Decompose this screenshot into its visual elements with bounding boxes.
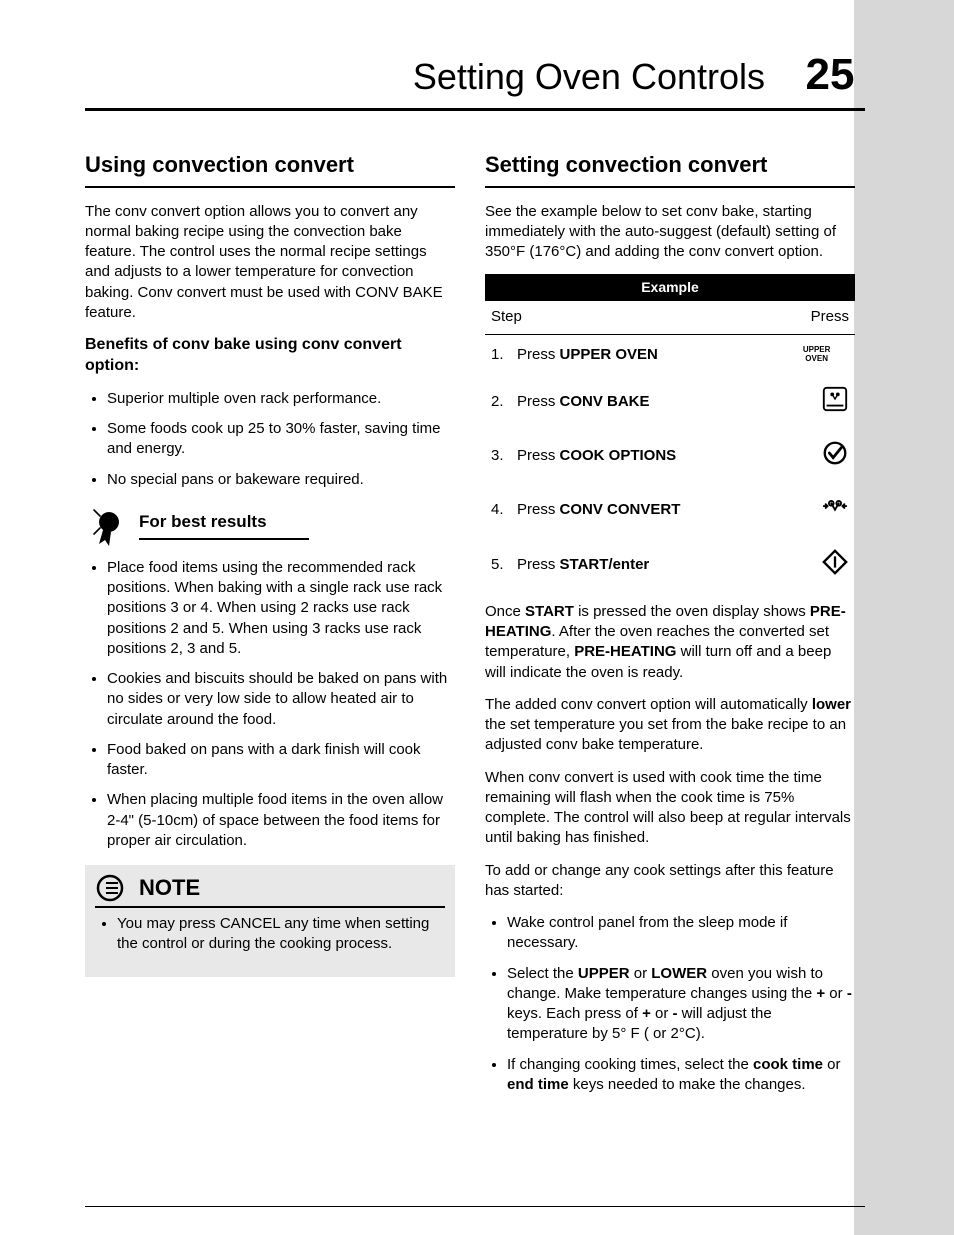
- page-number: 25: [795, 50, 865, 100]
- list-item: Superior multiple oven rack performance.: [107, 389, 455, 409]
- paragraph: Once START is pressed the oven display s…: [485, 602, 855, 683]
- benefits-subhead: Benefits of conv bake using conv convert…: [85, 335, 455, 377]
- table-row: 1. Press UPPER OVEN UPPEROVEN: [485, 334, 855, 375]
- note-box: NOTE You may press CANCEL any time when …: [85, 865, 455, 977]
- change-settings-list: Wake control panel from the sleep mode i…: [485, 913, 855, 1095]
- right-column: Setting convection convert See the examp…: [485, 150, 855, 1105]
- tips-list: Place food items using the recommended r…: [85, 558, 455, 851]
- table-row: 3. Press COOK OPTIONS: [485, 429, 855, 483]
- left-column: Using convection convert The conv conver…: [85, 150, 455, 1105]
- paragraph: When conv convert is used with cook time…: [485, 768, 855, 849]
- list-item: Select the UPPER or LOWER oven you wish …: [507, 964, 855, 1045]
- list-item: Cookies and biscuits should be baked on …: [107, 669, 455, 730]
- page-title: Setting Oven Controls: [413, 56, 765, 98]
- ribbon-icon: [85, 504, 129, 548]
- paragraph: The added conv convert option will autom…: [485, 695, 855, 756]
- list-item: No special pans or bakeware required.: [107, 470, 455, 490]
- note-label: NOTE: [139, 873, 200, 903]
- upper-oven-icon: UPPEROVEN: [778, 334, 855, 375]
- note-text: You may press CANCEL any time when setti…: [117, 914, 445, 955]
- list-item: When placing multiple food items in the …: [107, 790, 455, 851]
- cook-options-icon: [778, 429, 855, 483]
- page-header: Setting Oven Controls 25: [85, 50, 865, 111]
- footer-rule: [85, 1206, 865, 1207]
- table-row: 5. Press START/enter: [485, 538, 855, 592]
- side-tab: [854, 0, 954, 1235]
- table-row: 4. Press CONV CONVERT: [485, 483, 855, 537]
- right-intro: See the example below to set conv bake, …: [485, 202, 855, 263]
- example-table: Example Step Press 1. Press UPPER OVEN U…: [485, 274, 855, 591]
- best-results-label: For best results: [139, 511, 309, 540]
- left-heading: Using convection convert: [85, 150, 455, 188]
- paragraph: To add or change any cook settings after…: [485, 861, 855, 902]
- note-icon: [95, 873, 129, 903]
- list-item: Wake control panel from the sleep mode i…: [507, 913, 855, 954]
- best-results-row: For best results: [85, 504, 455, 548]
- conv-convert-icon: [778, 483, 855, 537]
- col-step: Step: [485, 301, 778, 334]
- conv-bake-icon: [778, 375, 855, 429]
- start-icon: [778, 538, 855, 592]
- table-title: Example: [485, 274, 855, 301]
- list-item: If changing cooking times, select the co…: [507, 1055, 855, 1096]
- table-row: 2. Press CONV BAKE: [485, 375, 855, 429]
- list-item: Place food items using the recommended r…: [107, 558, 455, 659]
- list-item: Food baked on pans with a dark finish wi…: [107, 740, 455, 781]
- list-item: Some foods cook up 25 to 30% faster, sav…: [107, 419, 455, 460]
- right-heading: Setting convection convert: [485, 150, 855, 188]
- left-intro: The conv convert option allows you to co…: [85, 202, 455, 324]
- col-press: Press: [778, 301, 855, 334]
- benefits-list: Superior multiple oven rack performance.…: [85, 389, 455, 490]
